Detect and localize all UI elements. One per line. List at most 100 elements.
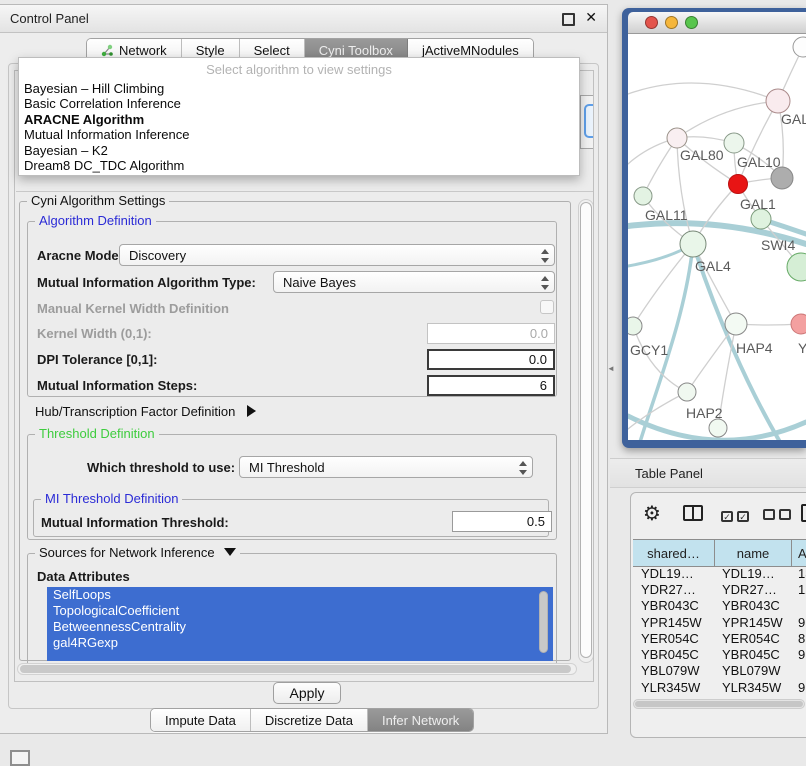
network-node-gal1[interactable] [751,209,771,229]
data-attributes-list[interactable]: SelfLoopsTopologicalCoefficientBetweenne… [47,587,553,661]
table-panel-titlebar[interactable]: Table Panel [610,458,806,488]
algorithm-placeholder: Select algorithm to view settings [19,58,579,81]
kernel-width-field[interactable]: 0.0 [427,323,555,344]
network-edge[interactable] [628,392,687,429]
select-all-checkboxes-icon[interactable]: ✓✓ [721,508,753,523]
tab-impute-data[interactable]: Impute Data [151,709,251,731]
minimize-traffic-light[interactable] [665,16,678,29]
attribute-list-item[interactable]: BetweennessCentrality [47,619,553,635]
table-row[interactable]: YDR27…YDR27…12 [633,581,806,597]
network-graph[interactable]: GAL7GAL80GAL10GAL1GAL11SWI4GAL4GCY1HAP4Y… [628,34,806,440]
table-row[interactable]: YPR145WYPR145W9. [633,614,806,630]
mi-threshold-field[interactable]: 0.5 [452,511,552,532]
network-view-window: GAL7GAL80GAL10GAL1GAL11SWI4GAL4GCY1HAP4Y… [622,8,806,448]
table-row[interactable]: YIL052CYIL052C9 [633,695,806,697]
network-node-gal80[interactable] [667,128,687,148]
network-window-titlebar[interactable] [628,12,806,34]
gear-icon[interactable]: ⚙ [643,501,661,526]
float-icon[interactable] [562,13,575,26]
table-toolbar: ⚙ ✓✓ [631,493,806,537]
algorithm-option[interactable]: ARACNE Algorithm [19,112,579,127]
algorithm-option[interactable]: Basic Correlation Inference [19,96,579,111]
network-node-gray[interactable] [771,167,793,189]
network-node-hap2[interactable] [678,383,696,401]
network-edge[interactable] [687,324,736,392]
network-node-gal4[interactable] [680,231,706,257]
tab-label: Cyni Toolbox [319,43,393,58]
kernel-width-label: Kernel Width (0,1): [37,326,152,341]
network-edge[interactable] [677,101,778,138]
attributes-list-scrollbar[interactable] [539,591,548,653]
table-cell: YIL052C [715,696,792,697]
network-node-gal10[interactable] [724,133,744,153]
splitter-collapse-icon[interactable]: ◄ [607,364,615,373]
network-node-top[interactable] [793,37,806,57]
network-edge[interactable] [693,244,736,324]
algorithm-definition-title: Algorithm Definition [35,214,156,227]
sources-group-title[interactable]: Sources for Network Inference [35,546,240,559]
which-threshold-combo[interactable]: MI Threshold [239,456,533,478]
mi-steps-field[interactable]: 6 [427,375,555,396]
close-icon[interactable]: ✕ [585,9,597,26]
network-node-gal7[interactable] [766,89,790,113]
zoom-traffic-light[interactable] [685,16,698,29]
network-node-biggreen[interactable] [787,253,806,281]
table-row[interactable]: YBL079WYBL079W [633,663,806,679]
network-node-bottom[interactable] [709,419,727,437]
which-threshold-value: MI Threshold [249,460,325,475]
algorithm-option[interactable]: Bayesian – K2 [19,143,579,158]
tab-discretize-data[interactable]: Discretize Data [251,709,368,731]
table-row[interactable]: YBR045CYBR045C9. [633,646,806,662]
split-pane-icon[interactable] [683,505,703,521]
tab-infer-network[interactable]: Infer Network [368,709,473,731]
table-cell: YER054C [633,631,715,646]
manual-kernel-checkbox[interactable] [540,300,554,314]
table-row[interactable]: YER054CYER054C8. [633,630,806,646]
aracne-mode-combo[interactable]: Discovery [119,244,555,266]
network-edge[interactable] [628,83,778,101]
network-node-label: GAL1 [740,196,776,212]
column-header-shared-name[interactable]: shared… [633,540,715,566]
table-horizontal-scrollbar[interactable] [633,699,805,709]
hub-definition-expander[interactable]: Hub/Transcription Factor Definition [35,404,256,419]
settings-vertical-scrollbar-thumb[interactable] [580,202,592,658]
network-node-label: HAP4 [736,340,773,356]
mi-type-combo[interactable]: Naive Bayes [273,271,555,293]
close-traffic-light[interactable] [645,16,658,29]
table-panel: ⚙ ✓✓ shared… name A YDL19…YDL19…13YDR27…… [630,492,806,738]
column-header-name[interactable]: name [715,540,792,566]
algorithm-option[interactable]: Dream8 DC_TDC Algorithm [19,158,579,173]
attribute-list-item[interactable]: TopologicalCoefficient [47,603,553,619]
network-node-gcy1[interactable] [628,317,642,335]
table-body[interactable]: YDL19…YDL19…13YDR27…YDR27…12YBR043CYBR04… [633,565,806,697]
network-canvas[interactable]: GAL7GAL80GAL10GAL1GAL11SWI4GAL4GCY1HAP4Y… [628,34,806,440]
focused-spinner-fragment[interactable] [584,104,594,138]
apply-button[interactable]: Apply [273,682,341,704]
settings-horizontal-scrollbar[interactable] [17,663,577,675]
table-horizontal-scrollbar-thumb[interactable] [635,701,803,707]
network-node-hap4[interactable] [725,313,747,335]
network-node-gal11[interactable] [634,187,652,205]
algorithm-option[interactable]: Bayesian – Hill Climbing [19,81,579,96]
mi-threshold-group-title: MI Threshold Definition [41,492,182,505]
table-icon[interactable] [801,504,806,522]
network-node-label: GAL7 [781,111,806,127]
attribute-list-item[interactable]: SelfLoops [47,587,553,603]
deselect-all-checkboxes-icon[interactable] [763,508,795,523]
dpi-tolerance-field[interactable]: 0.0 [427,349,555,370]
network-node-salmon[interactable] [791,314,806,334]
network-node-red[interactable] [729,175,748,194]
table-row[interactable]: YDL19…YDL19…13 [633,565,806,581]
column-header-clipped[interactable]: A [792,540,806,566]
settings-vertical-scrollbar[interactable] [578,199,594,663]
settings-horizontal-scrollbar-thumb[interactable] [20,665,571,673]
algorithm-option[interactable]: Mutual Information Inference [19,127,579,142]
control-panel-titlebar[interactable]: Control Panel ✕ [0,5,607,33]
table-row[interactable]: YBR043CYBR043C [633,598,806,614]
table-cell: YLR345W [715,680,792,695]
minimized-panel-chip[interactable] [10,750,30,766]
table-row[interactable]: YLR345WYLR345W9. [633,679,806,695]
combo-arrows-icon [540,249,548,263]
collapsed-arrow-icon [247,405,256,417]
attribute-list-item[interactable]: gal4RGexp [47,635,553,651]
